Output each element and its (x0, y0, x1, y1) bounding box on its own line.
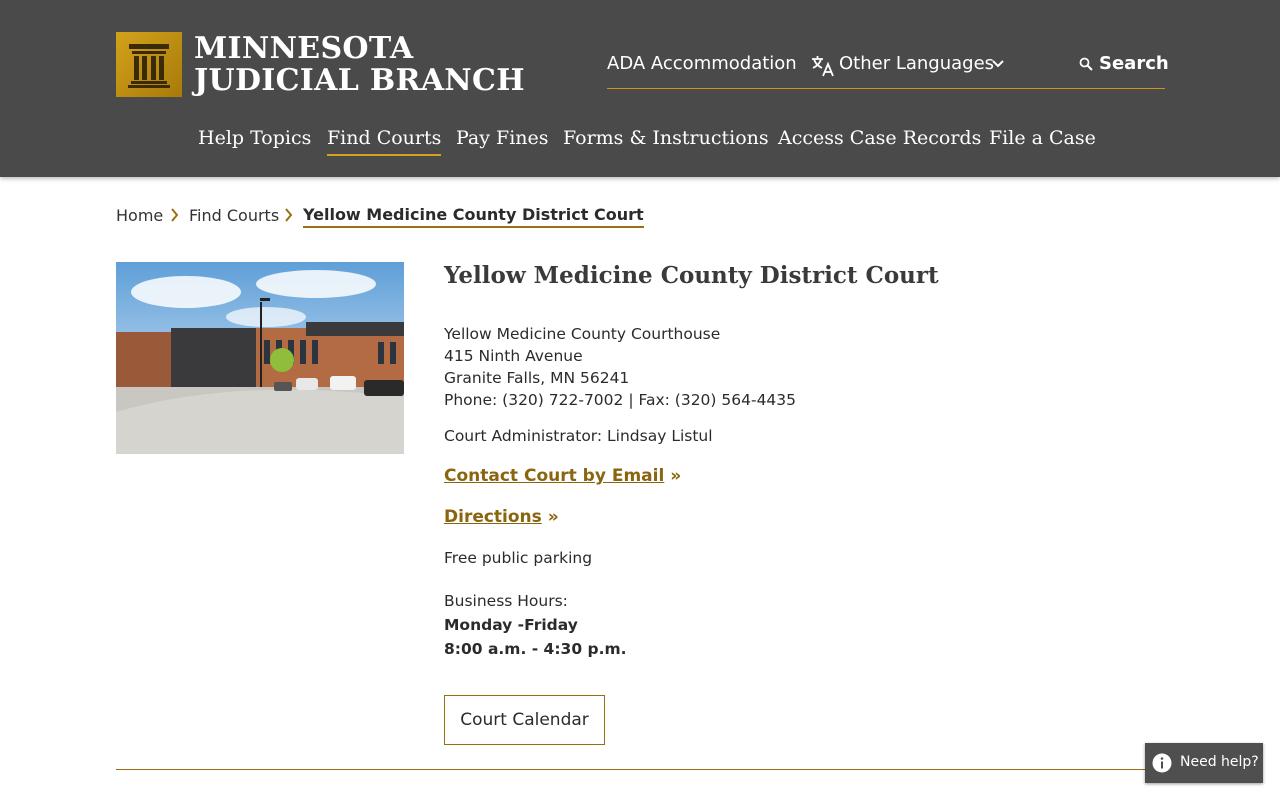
business-hours: Business Hours: Monday -Friday 8:00 a.m.… (444, 589, 627, 661)
breadcrumb-current: Yellow Medicine County District Court (303, 205, 644, 228)
court-address: Yellow Medicine County Courthouse 415 Ni… (444, 323, 796, 411)
courthouse-photo (116, 262, 404, 454)
logo-wordmark[interactable]: MINNESOTA JUDICIAL BRANCH (194, 33, 525, 97)
hours-label: Business Hours: (444, 592, 568, 610)
nav-find-courts[interactable]: Find Courts (327, 127, 442, 156)
ada-accommodation-link[interactable]: ADA Accommodation (607, 53, 797, 74)
utility-bar: ADA Accommodation Other Languages Search (607, 51, 1169, 89)
contact-email-link[interactable]: Contact Court by Email » (444, 466, 681, 486)
court-building: Yellow Medicine County Courthouse (444, 325, 721, 343)
other-languages-label: Other Languages (839, 53, 995, 74)
court-administrator: Court Administrator: Lindsay Listul (444, 427, 713, 445)
logo-pillar-icon[interactable] (116, 32, 182, 97)
search-label: Search (1099, 53, 1169, 74)
directions-label: Directions (444, 507, 542, 527)
nav-forms-instructions[interactable]: Forms & Instructions (563, 127, 769, 149)
link-arrow: » (670, 466, 682, 486)
need-help-widget[interactable]: Need help? (1145, 743, 1263, 783)
court-phone-fax: Phone: (320) 722-7002 | Fax: (320) 564-4… (444, 391, 797, 409)
section-divider (116, 769, 1165, 770)
parking-info: Free public parking (444, 549, 593, 567)
court-street: 415 Ninth Avenue (444, 347, 583, 365)
main-nav: Help Topics Find Courts Pay Fines Forms … (0, 127, 1280, 167)
chevron-right-icon (285, 208, 293, 222)
court-calendar-button[interactable]: Court Calendar (444, 695, 605, 745)
chevron-down-icon (992, 60, 1004, 68)
court-city: Granite Falls, MN 56241 (444, 369, 630, 387)
breadcrumb-home[interactable]: Home (116, 206, 163, 225)
contact-email-label: Contact Court by Email (444, 466, 665, 486)
search-icon (1079, 57, 1093, 71)
site-header: MINNESOTA JUDICIAL BRANCH ADA Accommodat… (0, 0, 1280, 177)
hours-days: Monday -Friday (444, 616, 578, 634)
info-icon (1152, 753, 1172, 773)
logo-line-2: JUDICIAL BRANCH (194, 63, 525, 98)
nav-pay-fines[interactable]: Pay Fines (456, 127, 549, 149)
nav-help-topics[interactable]: Help Topics (198, 127, 311, 149)
nav-file-a-case[interactable]: File a Case (989, 127, 1096, 149)
nav-access-case-records[interactable]: Access Case Records (778, 127, 981, 149)
link-arrow: » (547, 507, 559, 527)
chevron-right-icon (171, 208, 179, 222)
hours-time: 8:00 a.m. - 4:30 p.m. (444, 640, 627, 658)
breadcrumb-find-courts[interactable]: Find Courts (189, 206, 279, 225)
translate-icon (812, 56, 834, 77)
need-help-label: Need help? (1180, 754, 1259, 770)
page-title: Yellow Medicine County District Court (444, 262, 939, 289)
logo-line-1: MINNESOTA (194, 31, 414, 66)
directions-link[interactable]: Directions » (444, 507, 559, 527)
